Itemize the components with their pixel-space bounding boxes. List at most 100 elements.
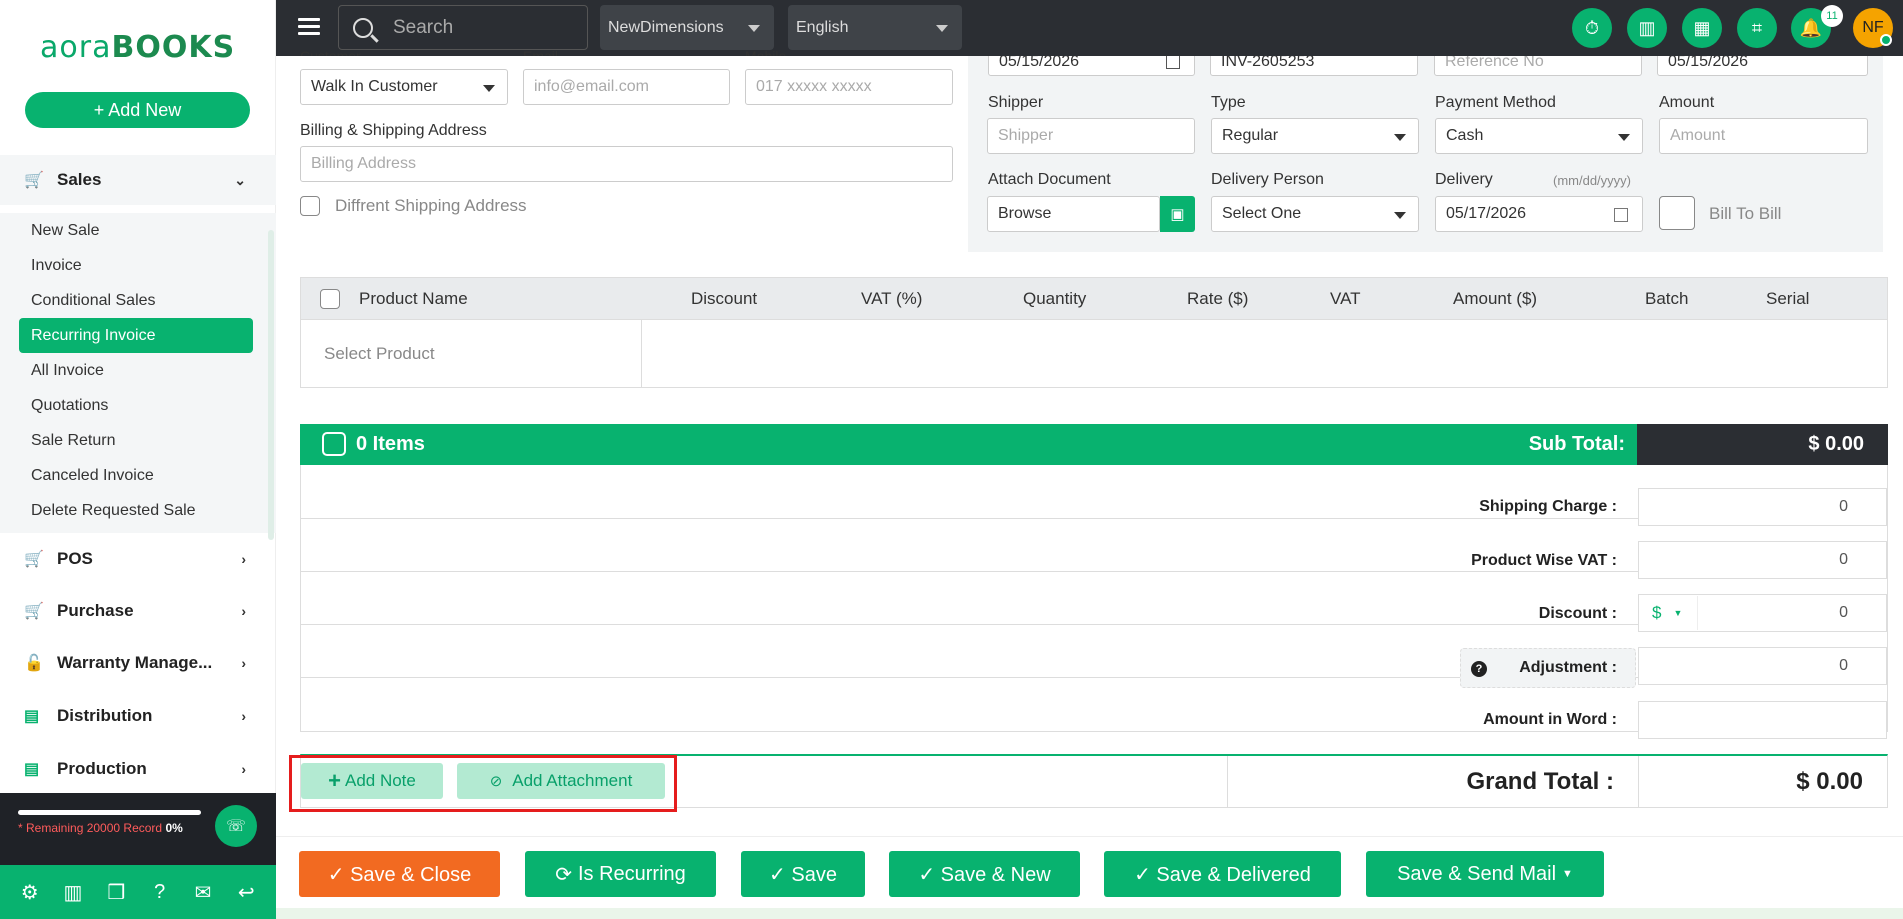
save-new-button[interactable]: ✓ Save & New — [889, 851, 1080, 897]
billing-address-field[interactable]: Billing Address — [300, 146, 953, 182]
report-icon[interactable]: ▥ — [58, 880, 88, 905]
amount-in-word-field — [1638, 701, 1887, 739]
sidebar-section-pos[interactable]: 🛒 POS › — [0, 534, 276, 584]
sidebar-section-production[interactable]: ▤ Production › — [0, 744, 276, 794]
save-delivered-button[interactable]: ✓ Save & Delivered — [1104, 851, 1341, 897]
diff-shipping-checkbox[interactable] — [300, 196, 320, 216]
menu-toggle-icon[interactable] — [298, 18, 320, 36]
record-progress-bar — [18, 810, 201, 815]
sidebar-section-warranty[interactable]: 🔓 Warranty Manage... › — [0, 638, 276, 688]
question-icon[interactable]: ? — [1471, 661, 1487, 677]
sidebar-footer: * Remaining 20000 Record 0% ☏ ⚙ ▥ ❒ ? ✉ … — [0, 793, 276, 919]
email-field[interactable]: info@email.com — [523, 69, 730, 105]
sidebar-item-new-sale[interactable]: New Sale — [19, 213, 253, 248]
save-send-mail-button[interactable]: Save & Send Mail ▼ — [1366, 851, 1604, 897]
amount-label: Amount — [1659, 94, 1715, 111]
notification-badge: 11 — [1821, 5, 1843, 27]
shipping-label: Shipping Charge : — [1479, 498, 1617, 515]
refresh-icon: ⟳ — [555, 863, 572, 886]
is-recurring-button[interactable]: ⟳ Is Recurring — [525, 851, 716, 897]
product-vat-label: Product Wise VAT : — [1471, 552, 1617, 569]
attach-document-label: Attach Document — [988, 171, 1111, 188]
online-status-dot — [1880, 34, 1892, 46]
grand-total-label: Grand Total : — [1227, 756, 1639, 808]
sidebar-item-quotations[interactable]: Quotations — [19, 388, 253, 423]
sidebar-item-delete-requested-sale[interactable]: Delete Requested Sale — [19, 493, 253, 528]
select-product-input[interactable]: Select Product — [301, 320, 642, 387]
sidebar-item-all-invoice[interactable]: All Invoice — [19, 353, 253, 388]
sidebar-item-sale-return[interactable]: Sale Return — [19, 423, 253, 458]
chevron-right-icon: › — [241, 708, 246, 724]
type-select[interactable]: Regular — [1211, 118, 1419, 154]
col-discount: Discount — [691, 289, 758, 308]
caret-down-icon: ▼ — [1673, 608, 1683, 618]
payment-method-select[interactable]: Cash — [1435, 118, 1643, 154]
sidebar-section-distribution[interactable]: ▤ Distribution › — [0, 691, 276, 741]
col-serial: Serial — [1766, 289, 1810, 308]
bill-to-bill-checkbox[interactable] — [1659, 196, 1695, 230]
mobile-field[interactable]: 017 xxxxx xxxxx — [745, 69, 953, 105]
caret-down-icon — [1618, 134, 1630, 141]
product-table-header: Product Name Discount VAT (%) Quantity R… — [300, 277, 1888, 320]
cart-icon: 🛒 — [24, 603, 44, 620]
sidebar-item-invoice[interactable]: Invoice — [19, 248, 253, 283]
caret-down-icon — [936, 25, 948, 32]
customer-select[interactable]: Walk In Customer — [300, 69, 508, 105]
app-root: { "app": { "logo_prefix": "aora", "logo_… — [0, 0, 1903, 919]
delivery-person-label: Delivery Person — [1211, 171, 1324, 188]
sidebar-item-recurring-invoice[interactable]: Recurring Invoice — [19, 318, 253, 353]
caret-down-icon — [1394, 212, 1406, 219]
col-batch: Batch — [1645, 289, 1689, 308]
chart-icon[interactable]: ▥ — [1627, 8, 1667, 48]
adjustment-label: Adjustment : — [1519, 659, 1617, 676]
calculator-icon[interactable]: ▦ — [1682, 8, 1722, 48]
amount-in-word-label: Amount in Word : — [1483, 711, 1617, 728]
delivery-date-field[interactable]: 05/17/2026 — [1435, 196, 1643, 232]
delivery-person-select[interactable]: Select One — [1211, 196, 1419, 232]
sidebar-section-sales[interactable]: 🛒 Sales ⌄ — [0, 155, 276, 205]
caret-down-icon — [1394, 134, 1406, 141]
help-icon[interactable]: ? — [145, 881, 175, 904]
scan-icon[interactable]: ⌗ — [1737, 8, 1777, 48]
payment-method-label: Payment Method — [1435, 94, 1556, 111]
sidebar-item-conditional-sales[interactable]: Conditional Sales — [19, 283, 253, 318]
col-vat: VAT — [1330, 289, 1361, 308]
shipper-field[interactable]: Shipper — [987, 118, 1195, 154]
bill-to-bill-label: Bill To Bill — [1709, 204, 1782, 223]
image-upload-icon[interactable]: ▣ — [1160, 196, 1195, 232]
col-quantity: Quantity — [1023, 289, 1087, 308]
timer-icon[interactable]: ⏱ — [1572, 8, 1612, 48]
billing-label: Billing & Shipping Address — [300, 122, 487, 139]
support-button[interactable]: ☏ — [215, 805, 257, 847]
add-new-button[interactable]: + Add New — [25, 92, 250, 128]
delivery-format-hint: (mm/dd/yyyy) — [1553, 173, 1631, 188]
chat-icon[interactable]: ✉ — [188, 880, 218, 905]
save-button[interactable]: ✓ Save — [741, 851, 865, 897]
caret-down-icon — [748, 25, 760, 32]
shipper-label: Shipper — [988, 94, 1044, 111]
sidebar-section-purchase[interactable]: 🛒 Purchase › — [0, 586, 276, 636]
shopping-bag-icon — [322, 432, 346, 456]
col-rate: Rate ($) — [1187, 289, 1249, 308]
book-icon[interactable]: ❒ — [101, 880, 131, 905]
document-icon: ▤ — [24, 708, 40, 725]
search-input[interactable]: Search — [338, 5, 588, 50]
app-logo[interactable]: aoraBOOKS — [40, 30, 235, 65]
sub-total-value: $ 0.00 — [1637, 424, 1888, 465]
sidebar-scrollbar[interactable] — [268, 230, 274, 540]
save-close-button[interactable]: ✓ Save & Close — [299, 851, 500, 897]
back-icon[interactable]: ↩ — [231, 880, 261, 905]
language-select[interactable]: English — [788, 5, 962, 50]
select-all-checkbox[interactable] — [320, 289, 340, 309]
settings-icon[interactable]: ⚙ — [15, 880, 45, 905]
attach-document-field[interactable]: Browse — [987, 196, 1160, 232]
sidebar-item-canceled-invoice[interactable]: Canceled Invoice — [19, 458, 253, 493]
search-icon — [353, 17, 373, 38]
chevron-right-icon: › — [241, 603, 246, 619]
sub-total-label: Sub Total: — [1528, 433, 1625, 455]
col-amount: Amount ($) — [1453, 289, 1538, 308]
amount-field[interactable]: Amount — [1659, 118, 1868, 154]
chevron-right-icon: › — [241, 551, 246, 567]
items-summary-bar: 0 Items Sub Total: — [300, 424, 1637, 465]
company-select[interactable]: NewDimensions — [600, 5, 774, 50]
